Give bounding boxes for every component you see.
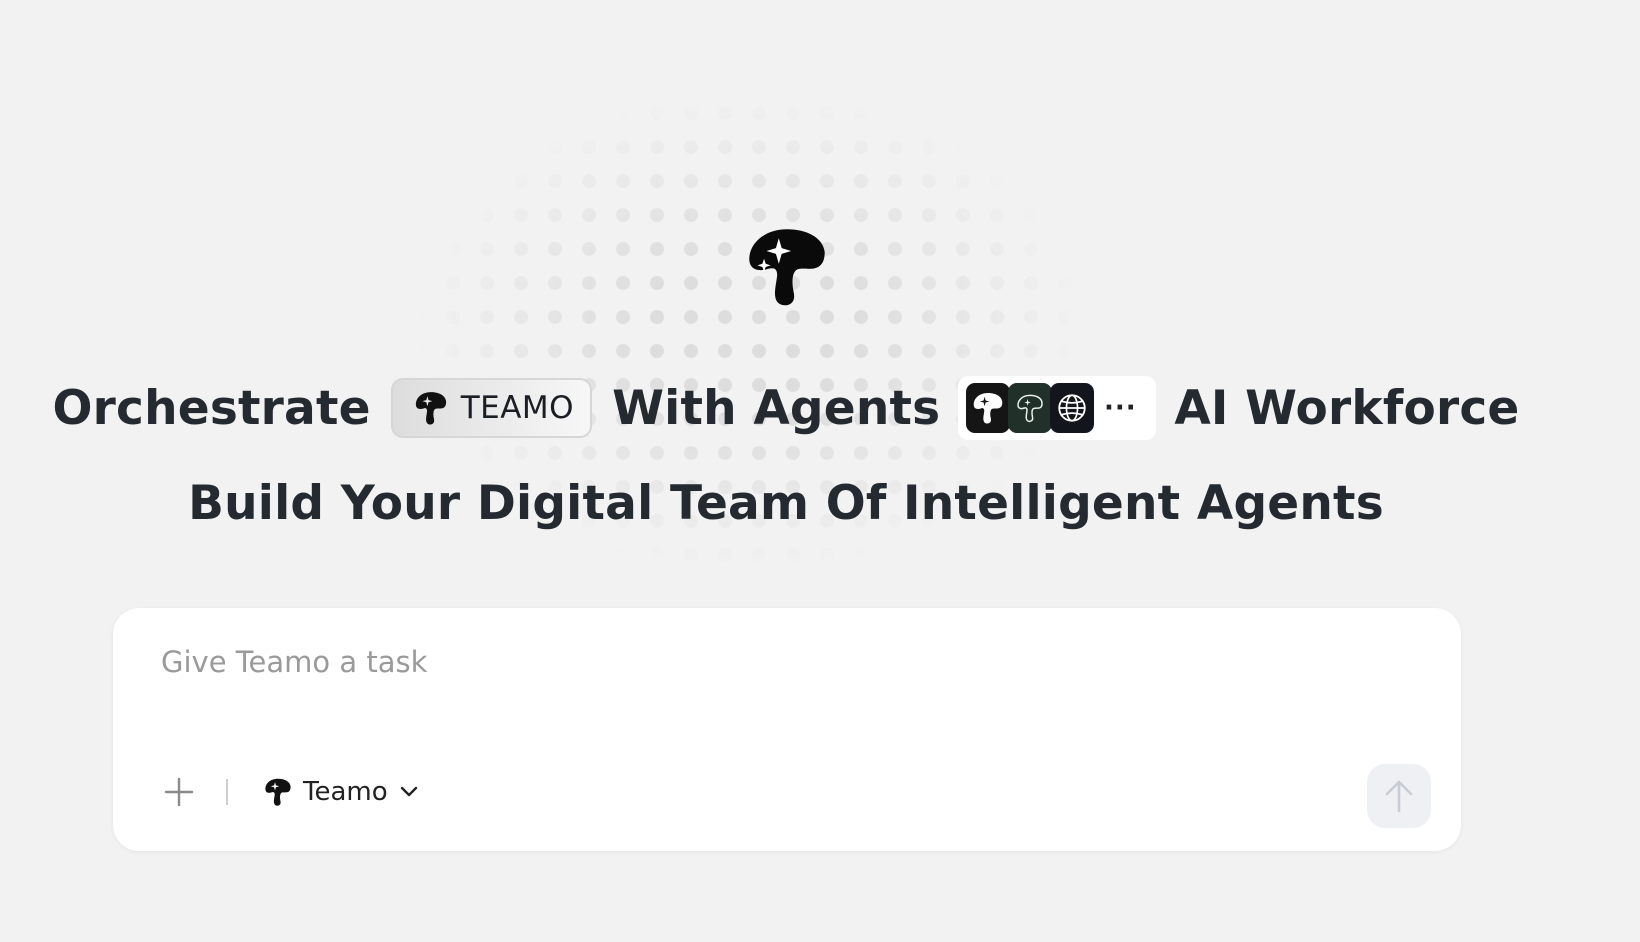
send-button[interactable] [1367, 764, 1431, 828]
hero-headline: Orchestrate TEAMO With Agents ··· AI Wor… [0, 376, 1572, 440]
plus-icon[interactable] [163, 776, 195, 808]
mushroom-outline-agent-icon [1008, 383, 1053, 433]
headline-middle: With Agents [612, 380, 941, 436]
mushroom-icon [263, 776, 293, 808]
headline-start: Orchestrate [52, 380, 371, 436]
globe-agent-icon [1050, 383, 1095, 433]
mushroom-sparkle-icon [746, 224, 828, 310]
arrow-up-icon [1385, 780, 1413, 813]
agent-avatars-group: ··· [958, 376, 1157, 440]
toolbar-divider [226, 779, 228, 805]
mushroom-agent-icon [966, 383, 1011, 433]
headline-end: AI Workforce [1174, 380, 1520, 436]
brand-pill: TEAMO [390, 378, 593, 438]
agent-selector[interactable]: Teamo [263, 772, 418, 812]
brand-pill-text: TEAMO [460, 390, 575, 426]
chevron-down-icon [400, 786, 418, 798]
mushroom-icon [413, 389, 449, 427]
hero-subheadline: Build Your Digital Team Of Intelligent A… [188, 476, 1384, 531]
selected-agent-label: Teamo [303, 777, 388, 807]
task-composer: Teamo [113, 608, 1461, 851]
task-input[interactable] [161, 642, 1411, 682]
more-agents-indicator: ··· [1104, 393, 1137, 423]
